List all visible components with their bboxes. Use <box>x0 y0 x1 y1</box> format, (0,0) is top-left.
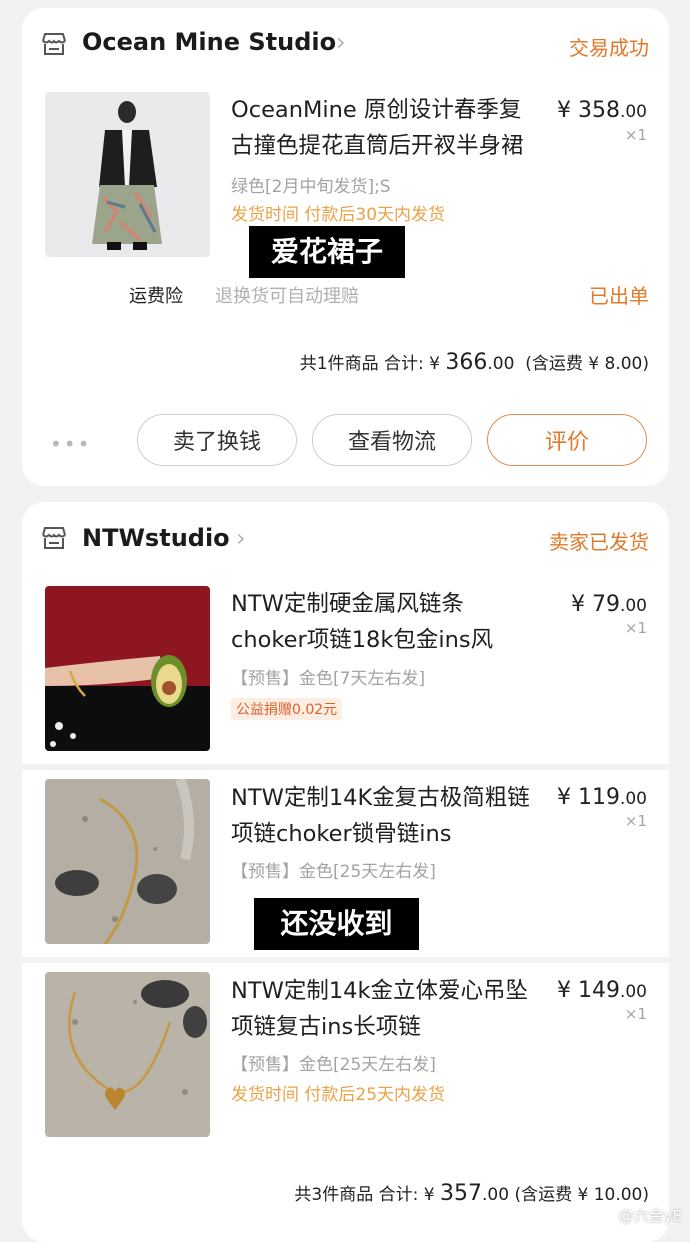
product-quantity: ×1 <box>624 1005 647 1023</box>
product-title[interactable]: NTW定制14k金立体爱心吊坠项链复古ins长项链 <box>231 973 541 1045</box>
product-image-chain-necklace[interactable] <box>45 779 210 944</box>
order-card-ntwstudio: NTWstudio › 卖家已发货 NTW定制硬金属风链条 choker项链18… <box>22 502 669 1242</box>
order-summary: 共3件商品 合计: ¥ 357.00 (含运费 ¥ 10.00) <box>294 1181 649 1206</box>
caption-overlay: 还没收到 <box>254 898 419 950</box>
view-logistics-button[interactable]: 查看物流 <box>312 414 472 466</box>
product-price: ¥ 79.00 <box>570 592 647 617</box>
store-icon <box>42 527 66 549</box>
product-title[interactable]: NTW定制14K金复古极简粗链项链choker锁骨链ins <box>231 780 551 852</box>
shop-header[interactable]: NTWstudio › 卖家已发货 <box>22 502 669 574</box>
insurance-label: 运费险 <box>129 286 183 307</box>
product-spec: 【预售】金色[25天左右发] <box>231 862 436 882</box>
product-photo <box>45 92 210 257</box>
insurance-status: 已出单 <box>589 284 649 308</box>
item-divider <box>22 957 669 963</box>
product-spec: 【预售】金色[7天左右发] <box>231 669 426 689</box>
product-spec: 【预售】金色[25天左右发] <box>231 1055 436 1075</box>
product-quantity: ×1 <box>624 126 647 144</box>
product-image-skirt[interactable] <box>45 92 210 257</box>
review-button[interactable]: 评价 <box>487 414 647 466</box>
product-quantity: ×1 <box>624 619 647 637</box>
chevron-right-icon[interactable]: › <box>336 28 346 56</box>
charity-badge: 公益捐赠0.02元 <box>231 698 343 720</box>
watermark: @六金yE <box>618 1207 682 1225</box>
order-card-ocean-mine: Ocean Mine Studio › 交易成功 OceanMine 原创设计春… <box>22 8 669 486</box>
chevron-right-icon[interactable]: › <box>236 524 246 552</box>
shop-name[interactable]: Ocean Mine Studio <box>82 28 336 56</box>
order-status: 卖家已发货 <box>549 530 649 554</box>
caption-overlay: 爱花裙子 <box>249 226 405 278</box>
ship-time: 发货时间 付款后30天内发货 <box>231 205 446 225</box>
product-price: ¥ 119.00 <box>556 785 647 810</box>
product-photo <box>45 586 210 751</box>
store-icon <box>42 33 66 55</box>
product-title[interactable]: OceanMine 原创设计春季复古撞色提花直筒后开衩半身裙 <box>231 92 541 164</box>
product-spec: 绿色[2月中旬发货];S <box>231 177 391 197</box>
item-divider <box>22 764 669 770</box>
order-status: 交易成功 <box>569 36 649 60</box>
product-photo <box>45 972 210 1137</box>
product-quantity: ×1 <box>624 812 647 830</box>
sell-button[interactable]: 卖了换钱 <box>137 414 297 466</box>
product-title[interactable]: NTW定制硬金属风链条 choker项链18k包金ins风 <box>231 586 541 658</box>
order-summary: 共1件商品 合计: ¥ 366.00 (含运费 ¥ 8.00) <box>299 350 649 375</box>
product-photo <box>45 779 210 944</box>
product-price: ¥ 358.00 <box>556 98 647 123</box>
more-dots-icon[interactable]: ••• <box>50 432 91 456</box>
product-image-avocado-choker[interactable] <box>45 586 210 751</box>
product-price: ¥ 149.00 <box>556 978 647 1003</box>
ship-time: 发货时间 付款后25天内发货 <box>231 1085 446 1105</box>
shop-header[interactable]: Ocean Mine Studio › 交易成功 <box>22 8 669 80</box>
shop-name[interactable]: NTWstudio <box>82 524 230 552</box>
product-image-heart-pendant[interactable] <box>45 972 210 1137</box>
insurance-desc: 退换货可自动理赔 <box>215 286 359 307</box>
